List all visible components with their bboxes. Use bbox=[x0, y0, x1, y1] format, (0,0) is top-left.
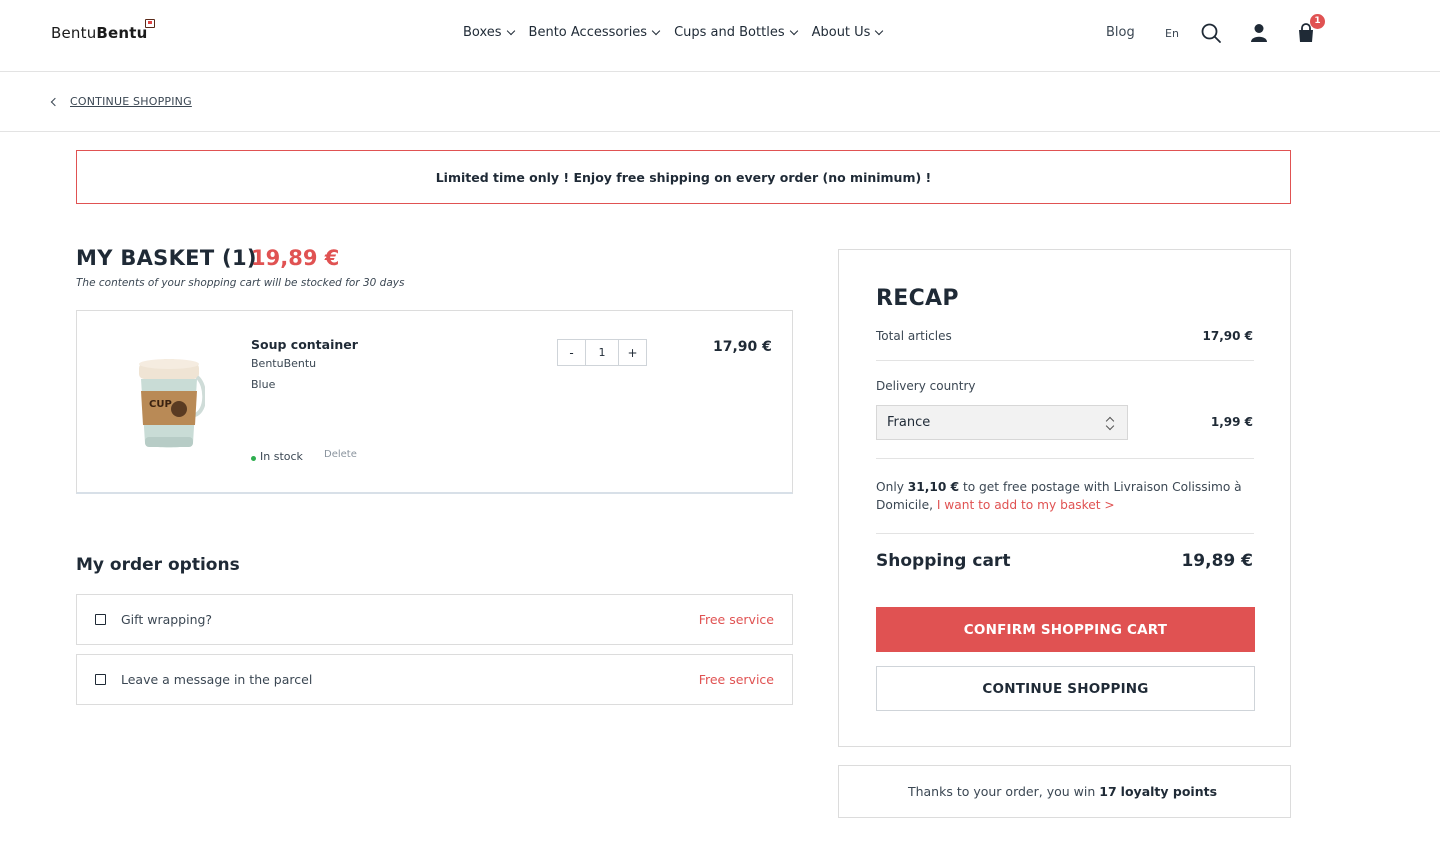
shopping-cart-total: 19,89 € bbox=[1181, 551, 1253, 571]
nav-label: Bento Accessories bbox=[528, 25, 648, 40]
select-arrows-icon bbox=[1106, 416, 1114, 430]
product-brand: BentuBentu bbox=[251, 357, 317, 370]
nav-bento-accessories[interactable]: Bento Accessories bbox=[528, 25, 661, 40]
breadcrumb: CONTINUE SHOPPING bbox=[0, 72, 1440, 132]
confirm-cart-button[interactable]: CONFIRM SHOPPING CART bbox=[876, 607, 1255, 652]
add-to-basket-link[interactable]: I want to add to my basket > bbox=[937, 498, 1115, 512]
continue-shopping-button[interactable]: CONTINUE SHOPPING bbox=[876, 666, 1255, 711]
language-selector[interactable]: En bbox=[1165, 27, 1179, 40]
option-label: Gift wrapping? bbox=[121, 612, 213, 627]
loyalty-suffix: loyalty points bbox=[1120, 784, 1218, 799]
delivery-country-select[interactable]: France bbox=[876, 405, 1128, 440]
chevron-left-icon bbox=[50, 97, 60, 106]
basket-note: The contents of your shopping cart will … bbox=[76, 277, 405, 289]
quantity-value[interactable]: 1 bbox=[585, 340, 619, 365]
chevron-down-icon bbox=[506, 26, 515, 35]
logo-bento-icon bbox=[145, 19, 155, 28]
option-label: Leave a message in the parcel bbox=[121, 672, 313, 687]
quantity-stepper: - 1 + bbox=[557, 339, 647, 366]
shopping-cart-label: Shopping cart bbox=[876, 551, 1011, 571]
free-postage-note: Only 31,10 € to get free postage with Li… bbox=[876, 478, 1256, 514]
promo-banner: Limited time only ! Enjoy free shipping … bbox=[76, 150, 1291, 204]
basket-title: MY BASKET (1) bbox=[76, 246, 257, 270]
chevron-down-icon bbox=[875, 26, 884, 35]
stock-dot-icon bbox=[251, 455, 256, 461]
nav-cups-and-bottles[interactable]: Cups and Bottles bbox=[674, 25, 798, 40]
parcel-message-checkbox[interactable] bbox=[95, 674, 106, 685]
recap-title: RECAP bbox=[876, 286, 959, 311]
divider bbox=[876, 533, 1254, 534]
cart-count-badge: 1 bbox=[1310, 14, 1325, 29]
total-articles-label: Total articles bbox=[876, 329, 952, 343]
selected-country: France bbox=[887, 415, 931, 430]
increase-quantity-button[interactable]: + bbox=[619, 340, 646, 365]
logo[interactable]: BentuBentu bbox=[51, 24, 148, 42]
cart-item: CUP Soup container BentuBentu Blue In st… bbox=[76, 310, 793, 494]
main-nav: Boxes Bento Accessories Cups and Bottles… bbox=[463, 25, 884, 40]
stock-status: In stock bbox=[251, 450, 303, 463]
free-amount: 31,10 € bbox=[907, 480, 960, 494]
option-price: Free service bbox=[698, 672, 774, 687]
decrease-quantity-button[interactable]: - bbox=[558, 340, 585, 365]
loyalty-points-box: Thanks to your order, you win 17 loyalty… bbox=[838, 765, 1291, 818]
gift-wrapping-checkbox[interactable] bbox=[95, 614, 106, 625]
stock-label: In stock bbox=[260, 450, 303, 463]
delivery-cost: 1,99 € bbox=[1210, 415, 1253, 429]
product-image[interactable]: CUP bbox=[133, 347, 207, 455]
nav-boxes[interactable]: Boxes bbox=[463, 25, 515, 40]
nav-label: Cups and Bottles bbox=[674, 25, 785, 40]
logo-bold: Bentu bbox=[96, 24, 148, 42]
nav-label: About Us bbox=[811, 25, 871, 40]
search-icon[interactable] bbox=[1200, 22, 1222, 44]
continue-shopping-link[interactable]: CONTINUE SHOPPING bbox=[50, 95, 192, 108]
chevron-down-icon bbox=[651, 26, 661, 35]
nav-about-us[interactable]: About Us bbox=[811, 25, 884, 40]
site-header: BentuBentu Boxes Bento Accessories Cups … bbox=[0, 0, 1440, 72]
delivery-country-label: Delivery country bbox=[876, 379, 976, 393]
basket-total: 19,89 € bbox=[251, 246, 340, 270]
divider bbox=[876, 458, 1254, 459]
product-color: Blue bbox=[251, 378, 276, 391]
option-parcel-message[interactable]: Leave a message in the parcel Free servi… bbox=[76, 654, 793, 705]
total-articles-value: 17,90 € bbox=[1202, 329, 1253, 343]
delete-item-button[interactable]: Delete bbox=[324, 449, 357, 460]
user-icon[interactable] bbox=[1248, 22, 1270, 44]
free-prefix: Only bbox=[876, 480, 908, 494]
product-name[interactable]: Soup container bbox=[251, 337, 358, 352]
logo-light: Bentu bbox=[51, 24, 97, 42]
loyalty-points: 17 bbox=[1099, 784, 1117, 799]
chevron-down-icon bbox=[789, 26, 798, 35]
item-price: 17,90 € bbox=[713, 339, 772, 355]
option-gift-wrapping[interactable]: Gift wrapping? Free service bbox=[76, 594, 793, 645]
recap-panel: RECAP Total articles 17,90 € Delivery co… bbox=[838, 249, 1291, 747]
blog-link[interactable]: Blog bbox=[1106, 25, 1135, 40]
nav-label: Boxes bbox=[463, 25, 502, 40]
back-label: CONTINUE SHOPPING bbox=[70, 95, 192, 108]
divider bbox=[876, 360, 1254, 361]
option-price: Free service bbox=[698, 612, 774, 627]
order-options-title: My order options bbox=[76, 555, 240, 575]
product-image-label: CUP bbox=[149, 399, 172, 410]
loyalty-prefix: Thanks to your order, you win bbox=[907, 784, 1096, 799]
